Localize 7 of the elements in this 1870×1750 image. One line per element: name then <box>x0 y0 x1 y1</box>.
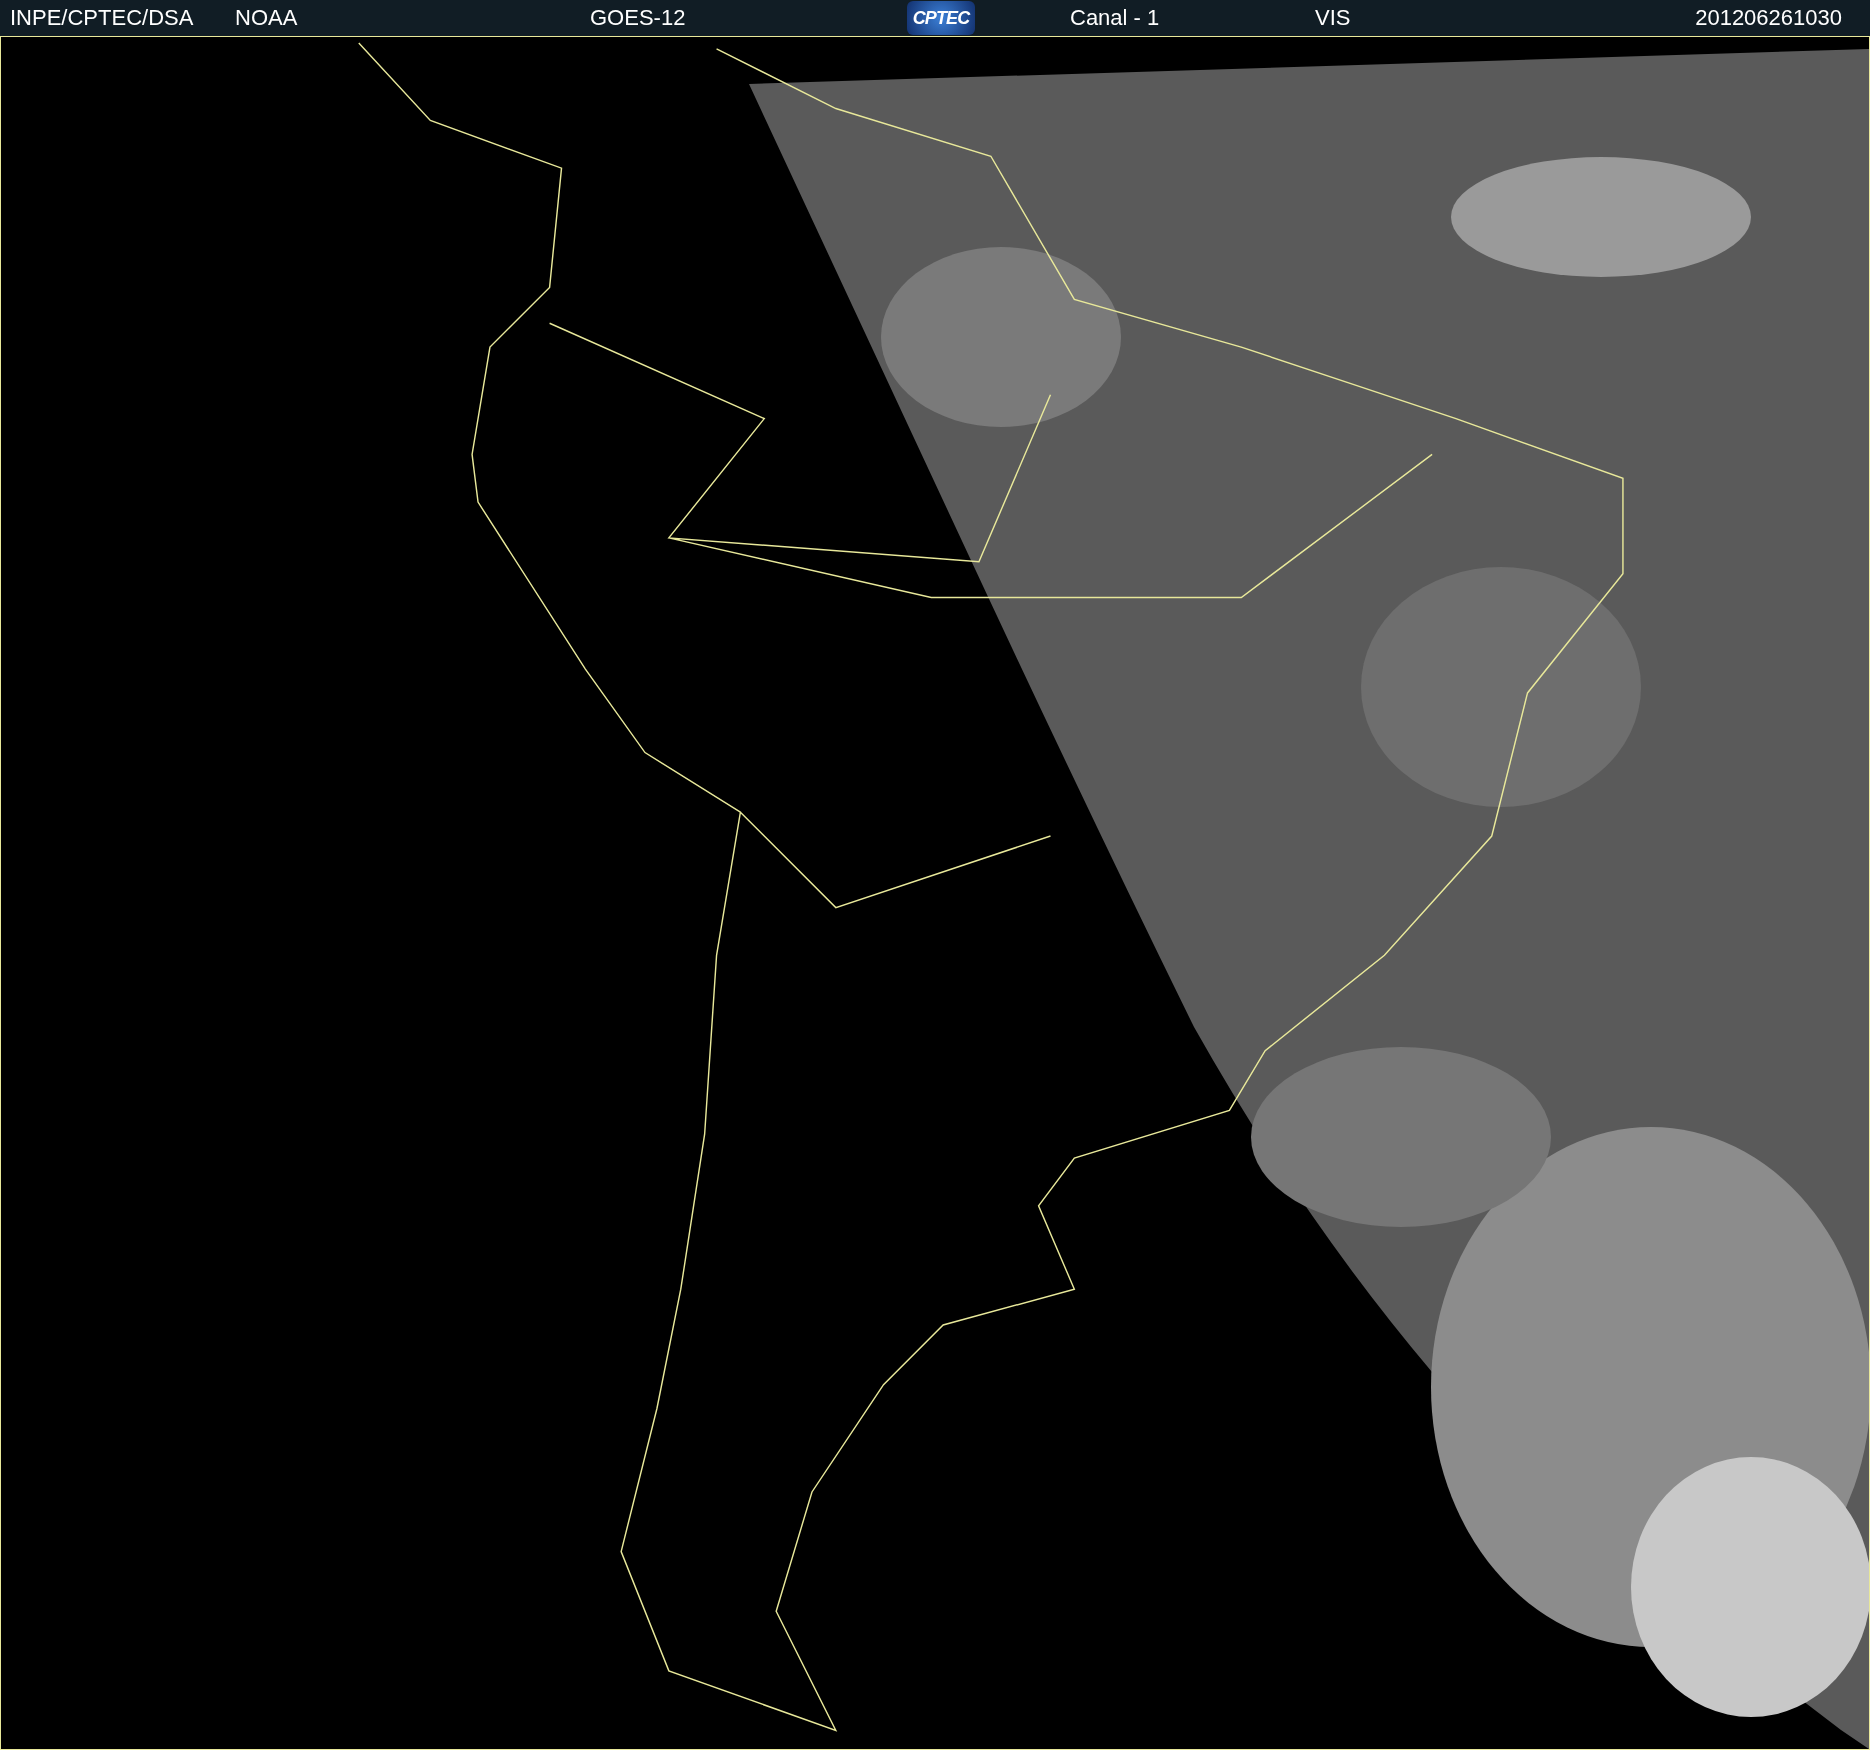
channel-label: Canal - 1 <box>1070 5 1160 30</box>
agency-label: NOAA <box>235 5 298 30</box>
satellite-label: GOES-12 <box>590 5 686 30</box>
agency-label: INPE/CPTEC/DSA <box>10 5 194 30</box>
timestamp-label: 201206261030 <box>1695 7 1842 29</box>
band-label: VIS <box>1315 5 1351 30</box>
cptec-logo: CPTEC <box>907 1 975 35</box>
